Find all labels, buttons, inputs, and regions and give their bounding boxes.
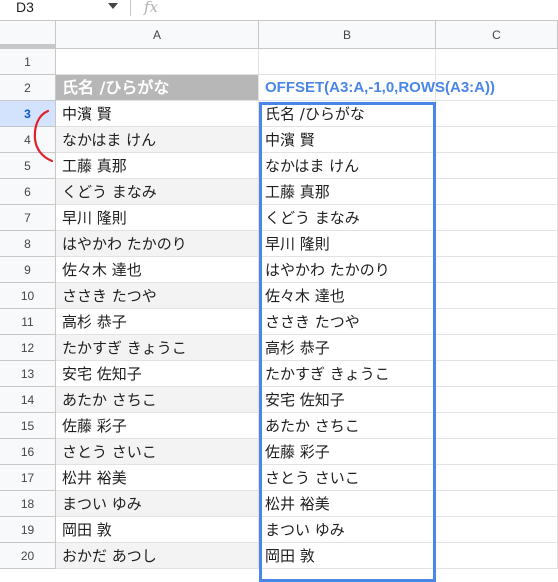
row-header-12[interactable]: 12 [0,335,56,361]
cell-c14[interactable] [436,387,558,413]
cell-c6[interactable] [436,179,558,205]
cell-a3[interactable]: 中濱 賢 [56,101,259,127]
row-header-11[interactable]: 11 [0,309,56,335]
cell-c2[interactable] [436,75,558,101]
column-header-c[interactable]: C [436,21,558,49]
cell-a4[interactable]: なかはま けん [56,127,259,153]
cell-b19[interactable]: まつい ゆみ [259,517,436,543]
cell-b4[interactable]: 中濱 賢 [259,127,436,153]
cell-a7[interactable]: 早川 隆則 [56,205,259,231]
cell-b18[interactable]: 松井 裕美 [259,491,436,517]
formula-bar-divider [130,0,131,16]
row-header-8[interactable]: 8 [0,231,56,257]
cell-b10[interactable]: 佐々木 達也 [259,283,436,309]
cell-a5[interactable]: 工藤 真那 [56,153,259,179]
cell-c7[interactable] [436,205,558,231]
row-header-14[interactable]: 14 [0,387,56,413]
row-header-17[interactable]: 17 [0,465,56,491]
cell-c4[interactable] [436,127,558,153]
row-header-4[interactable]: 4 [0,127,56,153]
column-header-a[interactable]: A [56,21,259,49]
cell-a20[interactable]: おかだ あつし [56,543,259,569]
cell-c1[interactable] [436,49,558,75]
cell-c20[interactable] [436,543,558,569]
cell-c19[interactable] [436,517,558,543]
cell-b8[interactable]: 早川 隆則 [259,231,436,257]
cell-a10[interactable]: ささき たつや [56,283,259,309]
cell-c15[interactable] [436,413,558,439]
cell-b5[interactable]: なかはま けん [259,153,436,179]
cell-a13[interactable]: 安宅 佐知子 [56,361,259,387]
cell-b20[interactable]: 岡田 敦 [259,543,436,569]
row-header-18[interactable]: 18 [0,491,56,517]
cell-a1[interactable] [56,49,259,75]
cell-a2[interactable]: 氏名 /ひらがな [56,75,259,101]
spreadsheet-grid: A B C 1 2 氏名 /ひらがな OFFSET(A3:A,-1,0,ROWS(A3:A)… [0,21,558,582]
cell-b14[interactable]: 安宅 佐知子 [259,387,436,413]
column-header-b[interactable]: B [259,21,436,49]
row-header-6[interactable]: 6 [0,179,56,205]
cell-c16[interactable] [436,439,558,465]
cell-a19[interactable]: 岡田 敦 [56,517,259,543]
cell-a16[interactable]: さとう さいこ [56,439,259,465]
cell-c18[interactable] [436,491,558,517]
cell-b15[interactable]: あたか さちこ [259,413,436,439]
row-header-5[interactable]: 5 [0,153,56,179]
cell-a8[interactable]: はやかわ たかのり [56,231,259,257]
cell-b7[interactable]: くどう まなみ [259,205,436,231]
row-header-1[interactable]: 1 [0,49,56,75]
cell-a15[interactable]: 佐藤 彩子 [56,413,259,439]
select-all-corner[interactable] [0,21,56,49]
cell-a12[interactable]: たかすぎ きょうこ [56,335,259,361]
cell-b11[interactable]: ささき たつや [259,309,436,335]
row-header-13[interactable]: 13 [0,361,56,387]
row-header-9[interactable]: 9 [0,257,56,283]
cell-c17[interactable] [436,465,558,491]
row-header-2[interactable]: 2 [0,75,56,101]
row-header-20[interactable]: 20 [0,543,56,569]
cell-b17[interactable]: さとう さいこ [259,465,436,491]
fx-icon: fx [144,0,159,16]
cell-b9[interactable]: はやかわ たかのり [259,257,436,283]
row-header-15[interactable]: 15 [0,413,56,439]
cell-b12[interactable]: 高杉 恭子 [259,335,436,361]
name-box[interactable]: D3 [0,0,120,20]
cell-a18[interactable]: まつい ゆみ [56,491,259,517]
cell-c9[interactable] [436,257,558,283]
row-header-19[interactable]: 19 [0,517,56,543]
cell-b1[interactable] [259,49,436,75]
row-header-3[interactable]: 3 [0,101,56,127]
row-header-7[interactable]: 7 [0,205,56,231]
cell-b6[interactable]: 工藤 真那 [259,179,436,205]
cell-b3[interactable]: 氏名 /ひらがな [259,101,436,127]
cell-a17[interactable]: 松井 裕美 [56,465,259,491]
cell-c3[interactable] [436,101,558,127]
cell-a6[interactable]: くどう まなみ [56,179,259,205]
cell-c5[interactable] [436,153,558,179]
cell-b16[interactable]: 佐藤 彩子 [259,439,436,465]
cell-c10[interactable] [436,283,558,309]
cell-a11[interactable]: 高杉 恭子 [56,309,259,335]
cell-c8[interactable] [436,231,558,257]
row-header-16[interactable]: 16 [0,439,56,465]
cell-c13[interactable] [436,361,558,387]
row-header-10[interactable]: 10 [0,283,56,309]
formula-bar: D3 fx [0,0,558,21]
cell-b13[interactable]: たかすぎ きょうこ [259,361,436,387]
cell-a14[interactable]: あたか さちこ [56,387,259,413]
cell-c12[interactable] [436,335,558,361]
chevron-down-icon[interactable] [108,3,118,9]
cell-a9[interactable]: 佐々木 達也 [56,257,259,283]
cell-c11[interactable] [436,309,558,335]
cell-b2[interactable]: OFFSET(A3:A,-1,0,ROWS(A3:A)) [259,75,495,101]
